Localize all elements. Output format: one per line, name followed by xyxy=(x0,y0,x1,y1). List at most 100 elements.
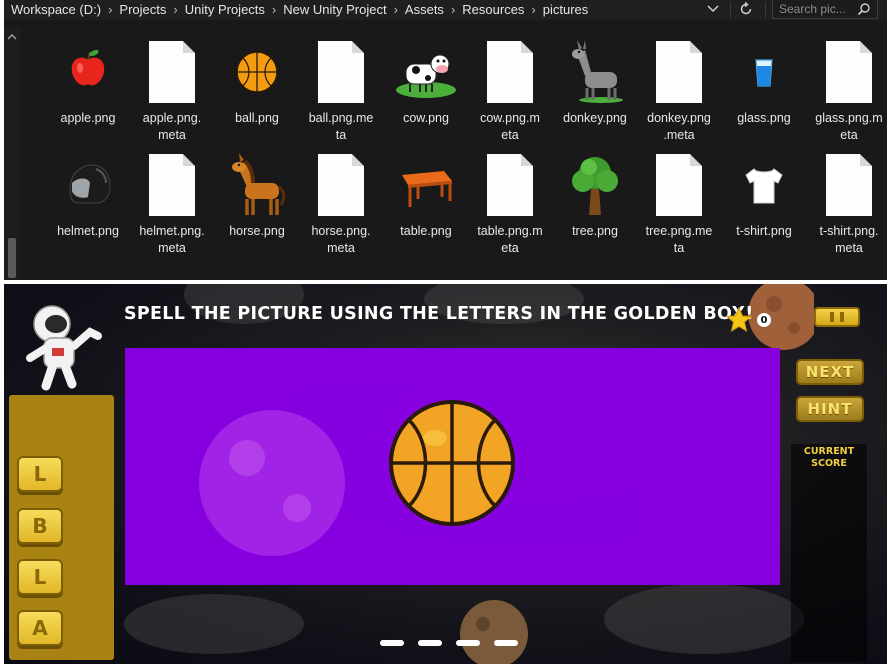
address-bar[interactable]: Workspace (D:) › Projects › Unity Projec… xyxy=(4,0,887,20)
file-item-table-meta[interactable]: table.png.m eta xyxy=(464,141,548,255)
file-item-ball-png[interactable]: ball.png xyxy=(211,28,295,140)
file-name: donkey.png .meta xyxy=(647,111,711,142)
divider xyxy=(765,2,766,18)
chevron-down-icon[interactable] xyxy=(702,0,724,18)
cow-icon xyxy=(394,40,458,104)
document-icon xyxy=(647,153,711,217)
basketball-icon xyxy=(389,400,515,526)
horse-icon xyxy=(225,153,289,217)
file-item-tshirt-meta[interactable]: t-shirt.png. meta xyxy=(803,141,887,255)
space-cloud xyxy=(124,594,304,654)
file-name: cow.png.m eta xyxy=(480,111,540,142)
file-name: horse.png. meta xyxy=(311,224,371,255)
score-panel: CURRENT SCORE xyxy=(791,444,867,662)
file-item-helmet-png[interactable]: helmet.png xyxy=(42,141,126,253)
chevron-right-icon[interactable]: › xyxy=(390,2,402,17)
search-box[interactable] xyxy=(772,0,878,19)
letter-tile[interactable]: A xyxy=(17,610,63,646)
breadcrumb-resources[interactable]: Resources xyxy=(459,2,527,17)
tshirt-icon xyxy=(732,153,796,217)
file-name: apple.png xyxy=(60,111,116,125)
file-name: table.png.m eta xyxy=(477,224,543,255)
chevron-right-icon[interactable]: › xyxy=(527,2,539,17)
breadcrumb-unity-projects[interactable]: Unity Projects xyxy=(182,2,268,17)
chevron-right-icon[interactable]: › xyxy=(447,2,459,17)
scrollbar-thumb[interactable] xyxy=(8,238,16,278)
vertical-scrollbar[interactable] xyxy=(4,28,20,280)
file-item-glass-meta[interactable]: glass.png.m eta xyxy=(803,28,887,142)
pause-icon xyxy=(830,312,834,322)
star-count: 0 xyxy=(757,313,771,327)
answer-slot[interactable] xyxy=(380,640,404,646)
table-icon xyxy=(394,153,458,217)
file-name: tree.png.me ta xyxy=(645,224,713,255)
file-name: cow.png xyxy=(403,111,449,125)
document-icon xyxy=(140,40,204,104)
document-icon xyxy=(817,40,881,104)
document-icon xyxy=(647,40,711,104)
file-item-apple-png[interactable]: apple.png xyxy=(42,28,126,140)
file-item-apple-meta[interactable]: apple.png. meta xyxy=(126,28,210,142)
file-name: glass.png.m eta xyxy=(815,111,883,142)
picture-panel xyxy=(125,348,780,585)
scroll-up-arrow-icon[interactable] xyxy=(7,32,17,42)
file-name: tree.png xyxy=(572,224,618,238)
file-item-donkey-png[interactable]: donkey.png xyxy=(549,28,633,140)
star-icon xyxy=(726,307,752,333)
answer-slots xyxy=(380,640,520,648)
file-item-cow-meta[interactable]: cow.png.m eta xyxy=(464,28,548,142)
breadcrumb-assets[interactable]: Assets xyxy=(402,2,447,17)
answer-slot[interactable] xyxy=(494,640,518,646)
file-item-table-png[interactable]: table.png xyxy=(380,141,464,253)
file-item-helmet-meta[interactable]: helmet.png. meta xyxy=(126,141,210,255)
glass-icon xyxy=(732,40,796,104)
search-icon[interactable] xyxy=(857,2,871,16)
answer-slot[interactable] xyxy=(418,640,442,646)
space-cloud xyxy=(604,584,804,654)
instruction-text: SPELL THE PICTURE USING THE LETTERS IN T… xyxy=(124,304,754,324)
file-item-horse-meta[interactable]: horse.png. meta xyxy=(295,141,379,255)
hint-button[interactable]: HINT xyxy=(796,396,864,422)
file-name: donkey.png xyxy=(563,111,627,125)
file-item-ball-meta[interactable]: ball.png.me ta xyxy=(295,28,379,142)
letter-tile[interactable]: B xyxy=(17,508,63,544)
file-item-tree-png[interactable]: tree.png xyxy=(549,141,633,253)
breadcrumb-projects[interactable]: Projects xyxy=(116,2,169,17)
pause-button[interactable] xyxy=(814,307,860,327)
pause-icon xyxy=(840,312,844,322)
refresh-icon[interactable] xyxy=(735,0,757,18)
answer-slot[interactable] xyxy=(456,640,480,646)
file-name: horse.png xyxy=(229,224,285,238)
breadcrumb-new-unity-project[interactable]: New Unity Project xyxy=(280,2,389,17)
file-name: apple.png. meta xyxy=(142,111,202,142)
next-button[interactable]: NEXT xyxy=(796,359,864,385)
file-item-glass-png[interactable]: glass.png xyxy=(718,28,802,140)
chevron-right-icon[interactable]: › xyxy=(104,2,116,17)
astronaut-icon xyxy=(26,305,102,391)
breadcrumb-workspace[interactable]: Workspace (D:) xyxy=(8,2,104,17)
chevron-right-icon[interactable]: › xyxy=(268,2,280,17)
file-item-cow-png[interactable]: cow.png xyxy=(380,28,464,140)
file-name: glass.png xyxy=(737,111,791,125)
letter-tile[interactable]: L xyxy=(17,559,63,595)
file-item-tshirt-png[interactable]: t-shirt.png xyxy=(718,141,802,253)
file-item-tree-meta[interactable]: tree.png.me ta xyxy=(633,141,717,255)
file-name: ball.png xyxy=(235,111,279,125)
chevron-right-icon[interactable]: › xyxy=(169,2,181,17)
tree-icon xyxy=(563,153,627,217)
document-icon xyxy=(309,40,373,104)
file-name: helmet.png. meta xyxy=(139,224,205,255)
letter-tile[interactable]: L xyxy=(17,456,63,492)
document-icon xyxy=(817,153,881,217)
file-explorer-window: Workspace (D:) › Projects › Unity Projec… xyxy=(4,0,887,280)
document-icon xyxy=(478,40,542,104)
file-item-horse-png[interactable]: horse.png xyxy=(211,141,295,253)
basketball-icon xyxy=(225,40,289,104)
document-icon xyxy=(478,153,542,217)
breadcrumb-pictures[interactable]: pictures xyxy=(540,2,592,17)
file-item-donkey-meta[interactable]: donkey.png .meta xyxy=(633,28,717,142)
search-input[interactable] xyxy=(779,1,857,17)
document-icon xyxy=(140,153,204,217)
breadcrumb[interactable]: Workspace (D:) › Projects › Unity Projec… xyxy=(8,0,591,18)
planet-icon xyxy=(199,410,345,556)
